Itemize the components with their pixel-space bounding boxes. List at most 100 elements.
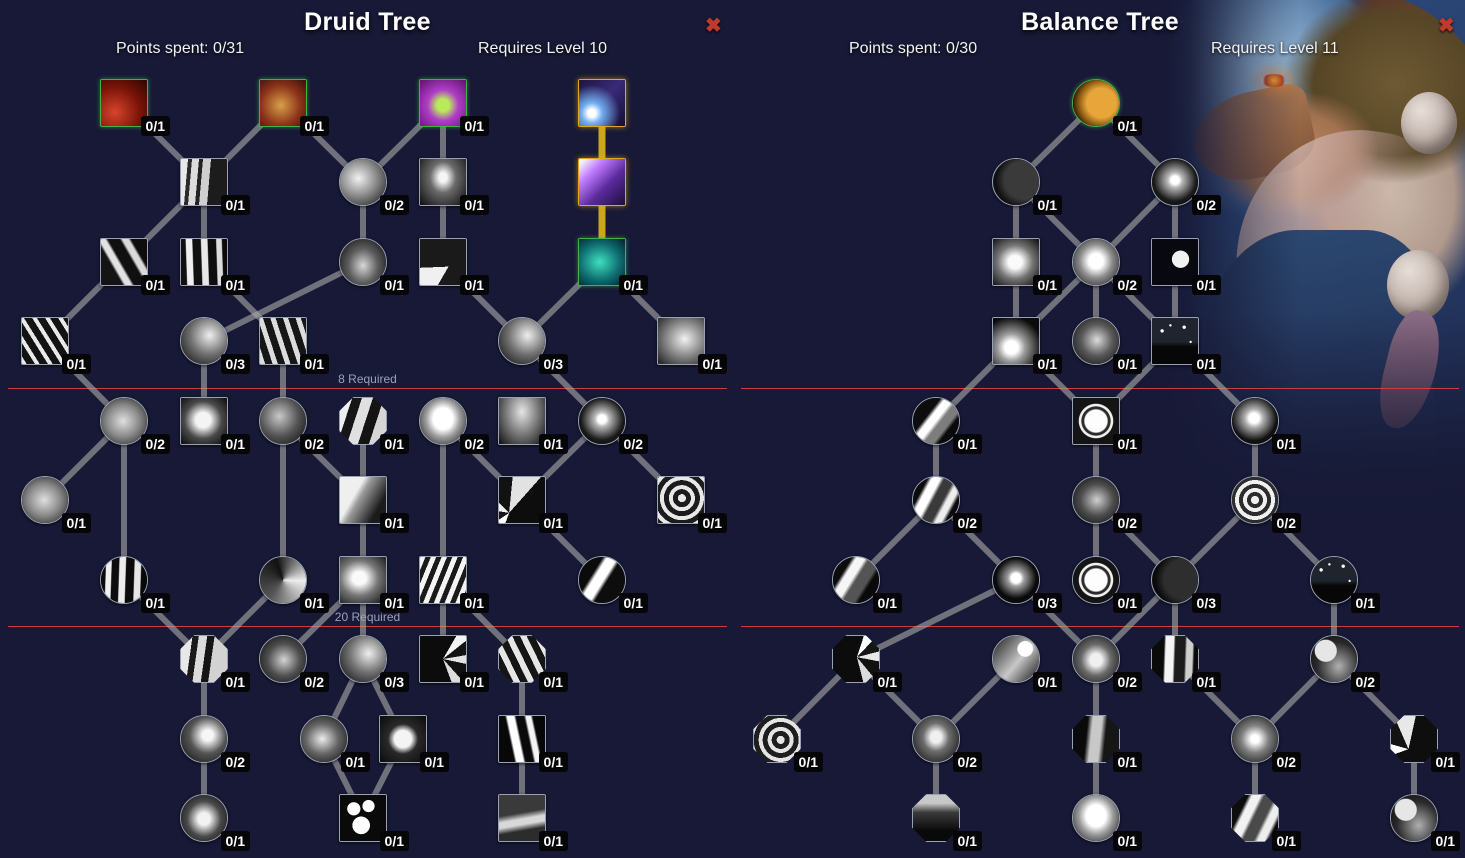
node-tranquil-well[interactable]: 0/1: [498, 397, 568, 454]
node-solar-flare[interactable]: 0/1: [1231, 397, 1301, 454]
node-starlight[interactable]: 0/2: [578, 397, 648, 454]
node-dragon-aspect[interactable]: 0/1: [578, 238, 648, 295]
node-bark-layers[interactable]: 0/1: [259, 317, 329, 374]
node-dark-moon[interactable]: 0/3: [1151, 556, 1221, 613]
node-celestial-dial[interactable]: 0/1: [1072, 397, 1142, 454]
talent-rank-badge: 0/1: [299, 116, 329, 136]
node-lunar-beam[interactable]: 0/2: [1072, 635, 1142, 692]
close-icon[interactable]: ✖: [1438, 16, 1455, 36]
node-bone-jaw[interactable]: 0/1: [180, 397, 250, 454]
node-lunar-shield[interactable]: 0/2: [1231, 476, 1301, 533]
node-lunar-guardian[interactable]: 0/1: [992, 238, 1062, 295]
node-twilight[interactable]: 0/1: [1072, 715, 1142, 772]
talent-rank-badge: 0/2: [952, 752, 982, 772]
node-forest-glade[interactable]: 0/1: [498, 794, 568, 851]
node-night-sky[interactable]: 0/1: [1310, 556, 1380, 613]
node-paw-print[interactable]: 0/1: [339, 794, 409, 851]
node-lightning[interactable]: 0/1: [498, 715, 568, 772]
talent-rank-badge: 0/1: [220, 831, 250, 851]
node-rend-claws[interactable]: 0/1: [180, 158, 250, 215]
node-moon-dragon[interactable]: 0/2: [1310, 635, 1380, 692]
node-snarl[interactable]: 0/1: [339, 238, 409, 295]
node-bleed-claw[interactable]: 0/1: [100, 79, 170, 136]
node-astral-maw[interactable]: 0/2: [1231, 715, 1301, 772]
points-spent-label: Points spent: 0/31: [116, 40, 245, 57]
node-bull-charge[interactable]: 0/1: [180, 794, 250, 851]
talent-rank-badge: 0/1: [1112, 593, 1142, 613]
node-starsurge[interactable]: [578, 79, 626, 127]
node-prowl[interactable]: 0/2: [100, 397, 170, 454]
talent-rank-badge: 0/1: [1191, 275, 1221, 295]
node-moon-pillar[interactable]: 0/1: [1151, 635, 1221, 692]
node-fur-hide[interactable]: 0/1: [419, 158, 489, 215]
node-leaf-growth-3[interactable]: 0/3: [339, 635, 409, 692]
node-maw[interactable]: 0/1: [100, 556, 170, 613]
node-moonfire[interactable]: 0/1: [992, 317, 1062, 374]
talent-rank-badge: 0/1: [538, 752, 568, 772]
node-thicket[interactable]: 0/1: [21, 317, 91, 374]
node-nature-burst[interactable]: 0/1: [419, 79, 489, 136]
node-savage-bite[interactable]: 0/2: [259, 635, 329, 692]
node-iron-grip[interactable]: 0/1: [180, 635, 250, 692]
talent-rank-badge: 0/1: [379, 593, 409, 613]
node-stellar-flash[interactable]: 0/3: [992, 556, 1062, 613]
node-leaf-growth[interactable]: 0/3: [180, 317, 250, 374]
node-moon-dragon-2[interactable]: 0/1: [1390, 794, 1460, 851]
node-bear-hide[interactable]: 0/2: [259, 397, 329, 454]
node-razor-talon[interactable]: 0/1: [100, 238, 170, 295]
node-sharp-fangs[interactable]: 0/1: [180, 238, 250, 295]
node-leaf-growth-2[interactable]: 0/3: [498, 317, 568, 374]
node-sun-dial[interactable]: 0/1: [1072, 556, 1142, 613]
node-hooked-blade[interactable]: 0/1: [419, 238, 489, 295]
talent-rank-badge: 0/1: [872, 593, 902, 613]
talent-rank-badge: 0/2: [220, 752, 250, 772]
node-gust[interactable]: 0/1: [657, 317, 727, 374]
node-starry-night[interactable]: 0/1: [1151, 317, 1221, 374]
node-spiral[interactable]: 0/1: [657, 476, 727, 533]
node-starfall-beam[interactable]: [578, 158, 626, 206]
node-stalk[interactable]: 0/1: [21, 476, 91, 533]
node-moonkin-astral[interactable]: 0/1: [1072, 794, 1142, 851]
node-spirit-beast[interactable]: 0/1: [259, 556, 329, 613]
node-vine-lash[interactable]: 0/1: [498, 635, 568, 692]
node-star-shower[interactable]: 0/2: [912, 476, 982, 533]
node-astral-storm[interactable]: 0/2: [912, 715, 982, 772]
druid-tree-panel: Druid Tree Points spent: 0/31 Requires Lev…: [0, 0, 735, 858]
talent-rank-badge: 0/1: [220, 275, 250, 295]
node-shooting-star[interactable]: 0/1: [912, 397, 982, 454]
node-berserk[interactable]: 0/2: [180, 715, 250, 772]
node-shred-mastery[interactable]: 0/2: [339, 158, 409, 215]
node-feral-rush[interactable]: 0/1: [339, 397, 409, 454]
node-light-rays[interactable]: 0/1: [498, 476, 568, 533]
node-maple-leaf[interactable]: 0/1: [379, 715, 449, 772]
node-feral-roar[interactable]: 0/1: [259, 79, 329, 136]
node-new-moon[interactable]: 0/1: [992, 158, 1062, 215]
talent-rank-badge: 0/3: [1032, 593, 1062, 613]
node-crescent[interactable]: 0/1: [1151, 238, 1221, 295]
node-wild-growth[interactable]: 0/1: [1072, 317, 1142, 374]
node-owl-form[interactable]: 0/2: [1072, 238, 1142, 295]
talent-rank-badge: 0/3: [220, 354, 250, 374]
node-starburst[interactable]: 0/2: [1151, 158, 1221, 215]
node-treant[interactable]: 0/2: [1072, 476, 1142, 533]
node-howl[interactable]: 0/1: [300, 715, 370, 772]
node-lion-roar[interactable]: 0/1: [339, 556, 409, 613]
node-comet[interactable]: 0/1: [992, 635, 1062, 692]
talent-rank-badge: 0/2: [1271, 752, 1301, 772]
node-comet-streak[interactable]: 0/1: [578, 556, 648, 613]
node-stone-skin[interactable]: 0/1: [339, 476, 409, 533]
node-crystal-shard[interactable]: 0/1: [1231, 794, 1301, 851]
node-starfire[interactable]: 0/1: [832, 556, 902, 613]
node-feather-fall[interactable]: 0/1: [419, 556, 489, 613]
node-dark-gate[interactable]: 0/1: [912, 794, 982, 851]
talent-icon-frame: [578, 158, 626, 206]
node-thorn-burst[interactable]: 0/1: [419, 635, 489, 692]
node-star-glyph[interactable]: 0/1: [832, 635, 902, 692]
node-moonkin-form[interactable]: 0/2: [419, 397, 489, 454]
node-spiral-shell[interactable]: 0/1: [753, 715, 823, 772]
talent-rank-badge: 0/1: [459, 275, 489, 295]
talent-rank-badge: 0/1: [538, 672, 568, 692]
node-eclipse[interactable]: 0/1: [1072, 79, 1142, 136]
close-icon[interactable]: ✖: [705, 16, 722, 36]
node-moon-rays[interactable]: 0/1: [1390, 715, 1460, 772]
